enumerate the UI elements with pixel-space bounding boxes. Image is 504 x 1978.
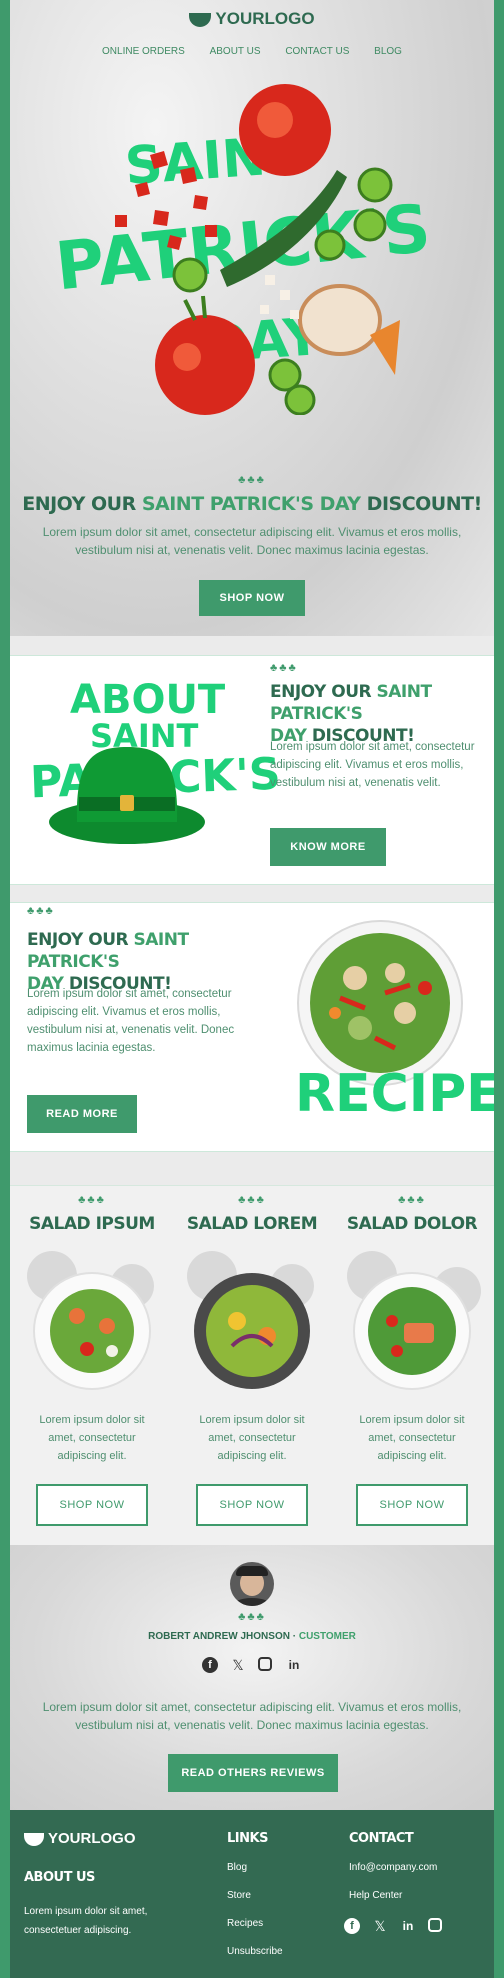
nav-blog[interactable]: BLOG	[374, 46, 402, 57]
header-logo[interactable]: YOURLOGO	[10, 9, 494, 29]
reviewer-separator: ·	[289, 1631, 299, 1642]
footer-about-text: Lorem ipsum dolor sit amet, consectetuer…	[24, 1906, 148, 1936]
review-social-icons: f 𝕏 in	[202, 1657, 302, 1673]
nav-about-us[interactable]: ABOUT US	[210, 46, 261, 57]
hero-clover-icon: ♣♣♣	[238, 474, 266, 486]
promo1-text: Lorem ipsum dolor sit amet, consectetur …	[270, 741, 475, 789]
salad-card: ♣♣♣ SALAD IPSUM Lorem ipsum dolor sit am…	[12, 1186, 172, 1546]
hero-section: YOURLOGO ONLINE ORDERS ABOUT US CONTACT …	[10, 0, 494, 636]
hero-title-highlight: SAINT PATRICK'S DAY	[141, 493, 361, 515]
logo-text: YOURLOGO	[215, 9, 315, 28]
promo1-clover-icon: ♣♣♣	[270, 662, 298, 674]
hero-text: Lorem ipsum dolor sit amet, consectetur …	[42, 525, 462, 557]
facebook-icon[interactable]: f	[202, 1657, 218, 1673]
x-icon[interactable]: 𝕏	[372, 1918, 388, 1934]
footer-social-icons: f 𝕏 in	[344, 1918, 454, 1936]
reviewer-name: ROBERT ANDREW JHONSON	[148, 1631, 290, 1642]
promo-about-section: ABOUT SAINT PATRICK'S ♣♣♣ ENJOY OUR SAIN…	[10, 655, 494, 885]
nav-contact-us[interactable]: CONTACT US	[285, 46, 349, 57]
salad-text: Lorem ipsum dolor sit amet, consectetur …	[199, 1414, 305, 1462]
salad-title: SALAD DOLOR	[346, 1214, 478, 1234]
salad-plate-image	[27, 1251, 154, 1390]
promo-recipe-section: ♣♣♣ ENJOY OUR SAINT PATRICK'S DAY DISCOUN…	[10, 902, 494, 1152]
promo2-text: Lorem ipsum dolor sit amet, consectetur …	[27, 988, 235, 1054]
linkedin-icon[interactable]: in	[286, 1657, 302, 1673]
promo2-clover-icon: ♣♣♣	[27, 905, 55, 917]
salad-title: SALAD LOREM	[186, 1214, 318, 1234]
leprechaun-hat-image	[49, 747, 205, 844]
salad-clover-icon: ♣♣♣	[238, 1194, 266, 1206]
footer-link-blog[interactable]: Blog	[227, 1862, 247, 1873]
footer-link-unsubscribe[interactable]: Unsubscribe	[227, 1946, 283, 1957]
salad-text: Lorem ipsum dolor sit amet, consectetur …	[39, 1414, 145, 1462]
hat-illustration: ABOUT SAINT PATRICK'S	[15, 662, 281, 877]
top-nav: ONLINE ORDERS ABOUT US CONTACT US BLOG	[10, 46, 494, 57]
salad-plate-image	[347, 1251, 481, 1390]
footer-about-title: ABOUT US	[24, 1870, 95, 1885]
footer-links-title: LINKS	[227, 1831, 268, 1846]
review-text: Lorem ipsum dolor sit amet, consectetur …	[42, 1700, 462, 1732]
hero-shop-now-button[interactable]: SHOP NOW	[199, 580, 305, 616]
salad-shop-now-button[interactable]: SHOP NOW	[196, 1484, 308, 1526]
vegetables-image	[115, 84, 400, 415]
salad-card: ♣♣♣ SALAD DOLOR Lorem ipsum dolor sit am…	[332, 1186, 492, 1546]
salad-clover-icon: ♣♣♣	[78, 1194, 106, 1206]
salad-clover-icon: ♣♣♣	[398, 1194, 426, 1206]
salad-shop-now-button[interactable]: SHOP NOW	[36, 1484, 148, 1526]
bowl-logo-icon	[189, 12, 212, 27]
hero-title: ENJOY OUR SAINT PATRICK'S DAY DISCOUNT!	[10, 493, 494, 515]
footer-link-store[interactable]: Store	[227, 1890, 251, 1901]
know-more-button[interactable]: KNOW MORE	[270, 828, 386, 866]
footer-help-center[interactable]: Help Center	[349, 1890, 402, 1901]
salad-plate-image	[187, 1251, 314, 1389]
avatar	[230, 1562, 274, 1606]
review-section: ♣♣♣ ROBERT ANDREW JHONSON · CUSTOMER f 𝕏…	[10, 1545, 494, 1810]
instagram-icon[interactable]	[428, 1918, 442, 1932]
instagram-icon[interactable]	[258, 1657, 272, 1671]
linkedin-icon[interactable]: in	[400, 1918, 416, 1934]
promo2-title-prefix: ENJOY OUR	[27, 930, 134, 950]
salad-title: SALAD IPSUM	[29, 1214, 155, 1234]
footer: YOURLOGO ABOUT US Lorem ipsum dolor sit …	[10, 1810, 494, 1978]
reviewer-role: CUSTOMER	[298, 1631, 356, 1642]
footer-contact-title: CONTACT	[349, 1831, 414, 1846]
hero-illustration: SAINT PATRICK'S DAY	[52, 75, 455, 415]
email-container: YOURLOGO ONLINE ORDERS ABOUT US CONTACT …	[10, 0, 494, 1978]
salads-section: ♣♣♣ SALAD IPSUM Lorem ipsum dolor sit am…	[10, 1185, 494, 1545]
footer-contact-email[interactable]: Info@company.com	[349, 1862, 437, 1873]
recipe-word: RECIPE	[295, 1064, 494, 1124]
salad-card: ♣♣♣ SALAD LOREM Lorem ipsum dolor sit am…	[172, 1186, 332, 1546]
promo1-title-prefix: ENJOY OUR	[270, 682, 377, 702]
footer-link-recipes[interactable]: Recipes	[227, 1918, 263, 1929]
hero-title-suffix: DISCOUNT!	[360, 493, 483, 515]
salad-text: Lorem ipsum dolor sit amet, consectetur …	[359, 1414, 465, 1462]
nav-online-orders[interactable]: ONLINE ORDERS	[102, 46, 185, 57]
x-icon[interactable]: 𝕏	[230, 1657, 246, 1673]
read-others-reviews-button[interactable]: READ OTHERS REVIEWS	[168, 1754, 338, 1792]
read-more-button[interactable]: READ MORE	[27, 1095, 137, 1133]
facebook-icon[interactable]: f	[344, 1918, 360, 1934]
hero-title-prefix: ENJOY OUR	[22, 493, 142, 515]
reviewer-line: ROBERT ANDREW JHONSON · CUSTOMER	[10, 1631, 494, 1642]
footer-logo[interactable]: YOURLOGO	[24, 1830, 136, 1847]
review-clover-icon: ♣♣♣	[238, 1611, 266, 1623]
footer-logo-text: YOURLOGO	[48, 1830, 136, 1847]
bowl-logo-icon	[24, 1832, 44, 1846]
salad-shop-now-button[interactable]: SHOP NOW	[356, 1484, 468, 1526]
